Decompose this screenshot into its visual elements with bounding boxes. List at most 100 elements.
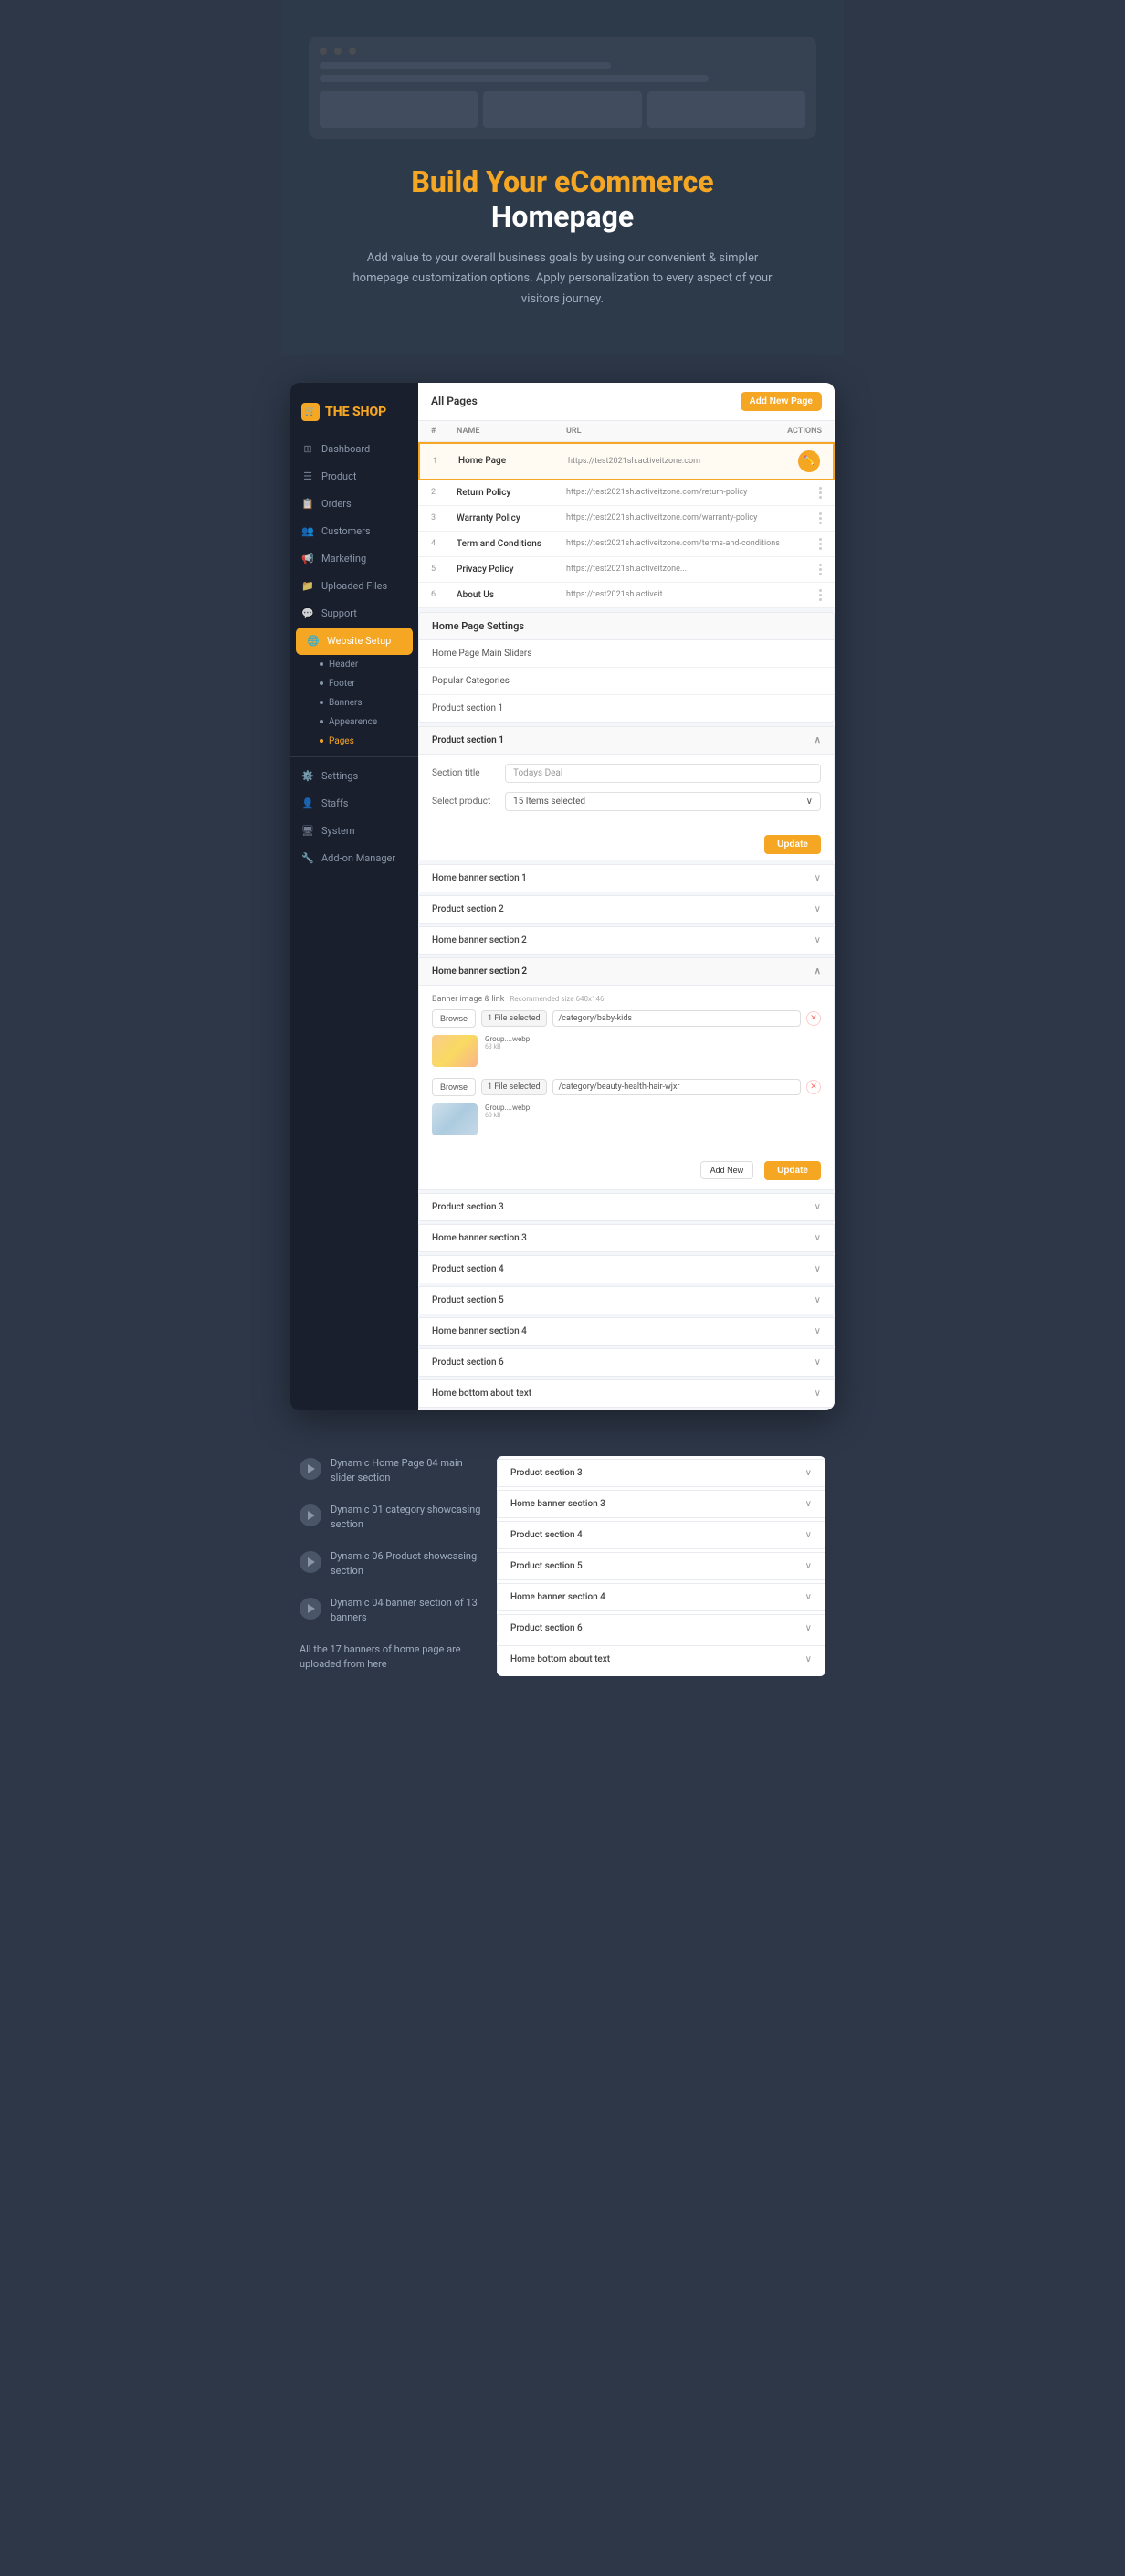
settings-icon: ⚙️ [301,770,314,783]
browse-button-2[interactable]: Browse [432,1078,476,1096]
right-section-product-3[interactable]: Product section 3 ∨ [497,1459,825,1487]
file-info-1: Group....webp 63 kB [485,1035,530,1050]
sidebar-sub-banners[interactable]: Banners [310,693,418,713]
play-icon-2 [300,1504,321,1526]
sidebar-item-product[interactable]: ☰ Product [290,463,418,491]
table-row[interactable]: 4 Term and Conditions https://test2021sh… [418,532,835,557]
file-path-1[interactable]: /category/baby-kids [552,1010,801,1027]
section-title-input[interactable]: Todays Deal [505,764,821,783]
settings-item-categories[interactable]: Popular Categories [419,668,834,695]
right-section-product-5[interactable]: Product section 5 ∨ [497,1552,825,1580]
chevron-down-icon: ∨ [815,1326,821,1336]
dots-button[interactable] [819,487,822,499]
play-triangle-1 [308,1464,315,1473]
settings-item-product-section-1[interactable]: Product section 1 [419,695,834,722]
sidebar-sub-pages[interactable]: Pages [310,732,418,751]
chevron-up-icon: ∧ [815,966,821,977]
section-home-banner-1[interactable]: Home banner section 1 ∨ [418,864,835,892]
right-section-product-6[interactable]: Product section 6 ∨ [497,1614,825,1642]
sidebar-item-addon[interactable]: 🔧 Add-on Manager [290,845,418,872]
browser-dot-1 [320,48,327,55]
dots-button[interactable] [819,564,822,575]
hero-section: Build Your eCommerce Homepage Add value … [281,0,844,355]
row-num: 3 [431,513,457,523]
section-product-5[interactable]: Product section 5 ∨ [418,1286,835,1314]
table-row[interactable]: 5 Privacy Policy https://test2021sh.acti… [418,557,835,583]
customers-icon: 👥 [301,525,314,538]
section-title-row: Section title Todays Deal [432,764,821,783]
sidebar-item-dashboard[interactable]: ⊞ Dashboard [290,436,418,463]
info-text-2: Dynamic 01 category showcasing section [331,1503,482,1533]
settings-item-sliders[interactable]: Home Page Main Sliders [419,640,834,668]
play-triangle-2 [308,1511,315,1520]
edit-button[interactable]: ✏️ [798,450,820,472]
chevron-down-icon: ∨ [815,1202,821,1212]
remove-button-2[interactable]: ✕ [806,1080,821,1094]
row-url: https://test2021sh.activeitzone.com [568,457,798,466]
right-section-product-4[interactable]: Product section 4 ∨ [497,1521,825,1549]
section-label: Product section 5 [510,1561,583,1571]
info-note: All the 17 banners of home page are uplo… [300,1642,482,1673]
sidebar-sub-footer[interactable]: Footer [310,674,418,693]
section-label: Product section 6 [432,1357,504,1367]
sidebar-item-marketing[interactable]: 📢 Marketing [290,545,418,573]
sidebar-item-label: Website Setup [327,635,391,647]
sidebar-item-website-setup[interactable]: 🌐 Website Setup [296,628,413,655]
browse-button-1[interactable]: Browse [432,1009,476,1028]
section-label: Product section 4 [432,1264,504,1274]
add-new-banner-button[interactable]: Add New [700,1161,754,1179]
sidebar-item-customers[interactable]: 👥 Customers [290,518,418,545]
update-button[interactable]: Update [764,835,821,854]
banner-update-button[interactable]: Update [764,1161,821,1180]
section-product-4[interactable]: Product section 4 ∨ [418,1255,835,1283]
browser-mockup [309,37,816,139]
info-item-2: Dynamic 01 category showcasing section [300,1503,482,1533]
row-url: https://test2021sh.activeitzone.com/retu… [566,488,819,497]
pages-table: # Name URL Actions 1 Home Page https://t… [418,421,835,608]
section-home-bottom-about[interactable]: Home bottom about text ∨ [418,1379,835,1408]
dots-button[interactable] [819,512,822,524]
table-row[interactable]: 6 About Us https://test2021sh.activeit..… [418,583,835,608]
chevron-down-icon: ∨ [815,1295,821,1305]
section-home-banner-3[interactable]: Home banner section 3 ∨ [418,1224,835,1252]
right-section-home-banner-3[interactable]: Home banner section 3 ∨ [497,1490,825,1518]
file-path-2[interactable]: /category/beauty-health-hair-wjxr [552,1079,801,1095]
thumb-image-2 [432,1103,478,1135]
right-section-home-bottom[interactable]: Home bottom about text ∨ [497,1645,825,1673]
sidebar-sub-appearence[interactable]: Appearence [310,713,418,732]
sidebar-item-settings[interactable]: ⚙️ Settings [290,763,418,790]
sidebar-item-uploaded-files[interactable]: 📁 Uploaded Files [290,573,418,600]
row-num: 4 [431,539,457,548]
row-name: About Us [457,590,566,600]
select-product-dropdown[interactable]: 15 Items selected ∨ [505,792,821,811]
sidebar-item-orders[interactable]: 📋 Orders [290,491,418,518]
banner-section-2-header[interactable]: Home banner section 2 ∧ [419,958,834,986]
sidebar-item-support[interactable]: 💬 Support [290,600,418,628]
sidebar-item-staffs[interactable]: 👤 Staffs [290,790,418,818]
table-row[interactable]: 2 Return Policy https://test2021sh.activ… [418,480,835,506]
banner-section-2-body: Banner image & link Recommended size 640… [419,986,834,1156]
info-text-1: Dynamic Home Page 04 main slider section [331,1456,482,1486]
file-thumbnail-2 [432,1103,478,1135]
table-row[interactable]: 3 Warranty Policy https://test2021sh.act… [418,506,835,532]
remove-button-1[interactable]: ✕ [806,1011,821,1026]
add-new-page-button[interactable]: Add New Page [741,392,822,411]
chevron-down-icon: ∨ [805,1654,812,1664]
sidebar-item-label: Support [321,607,357,619]
dots-button[interactable] [819,589,822,601]
sidebar-sub-header[interactable]: Header [310,655,418,674]
logo-icon: 🛒 [301,403,320,421]
product-section-1-header[interactable]: Product section 1 ∧ [419,727,834,755]
dots-button[interactable] [819,538,822,550]
section-product-3[interactable]: Product section 3 ∨ [418,1193,835,1221]
chevron-down-icon: ∨ [805,1623,812,1633]
section-product-6[interactable]: Product section 6 ∨ [418,1348,835,1377]
file-thumbnail-1 [432,1035,478,1067]
section-home-banner-2-collapsed[interactable]: Home banner section 2 ∨ [418,926,835,955]
sidebar-item-system[interactable]: 🖥 System [290,818,418,845]
right-panel-sections: Product section 3 ∨ Home banner section … [497,1456,825,1676]
section-home-banner-4[interactable]: Home banner section 4 ∨ [418,1317,835,1346]
section-product-2[interactable]: Product section 2 ∨ [418,895,835,924]
right-section-home-banner-4[interactable]: Home banner section 4 ∨ [497,1583,825,1611]
table-row[interactable]: 1 Home Page https://test2021sh.activeitz… [418,442,835,480]
